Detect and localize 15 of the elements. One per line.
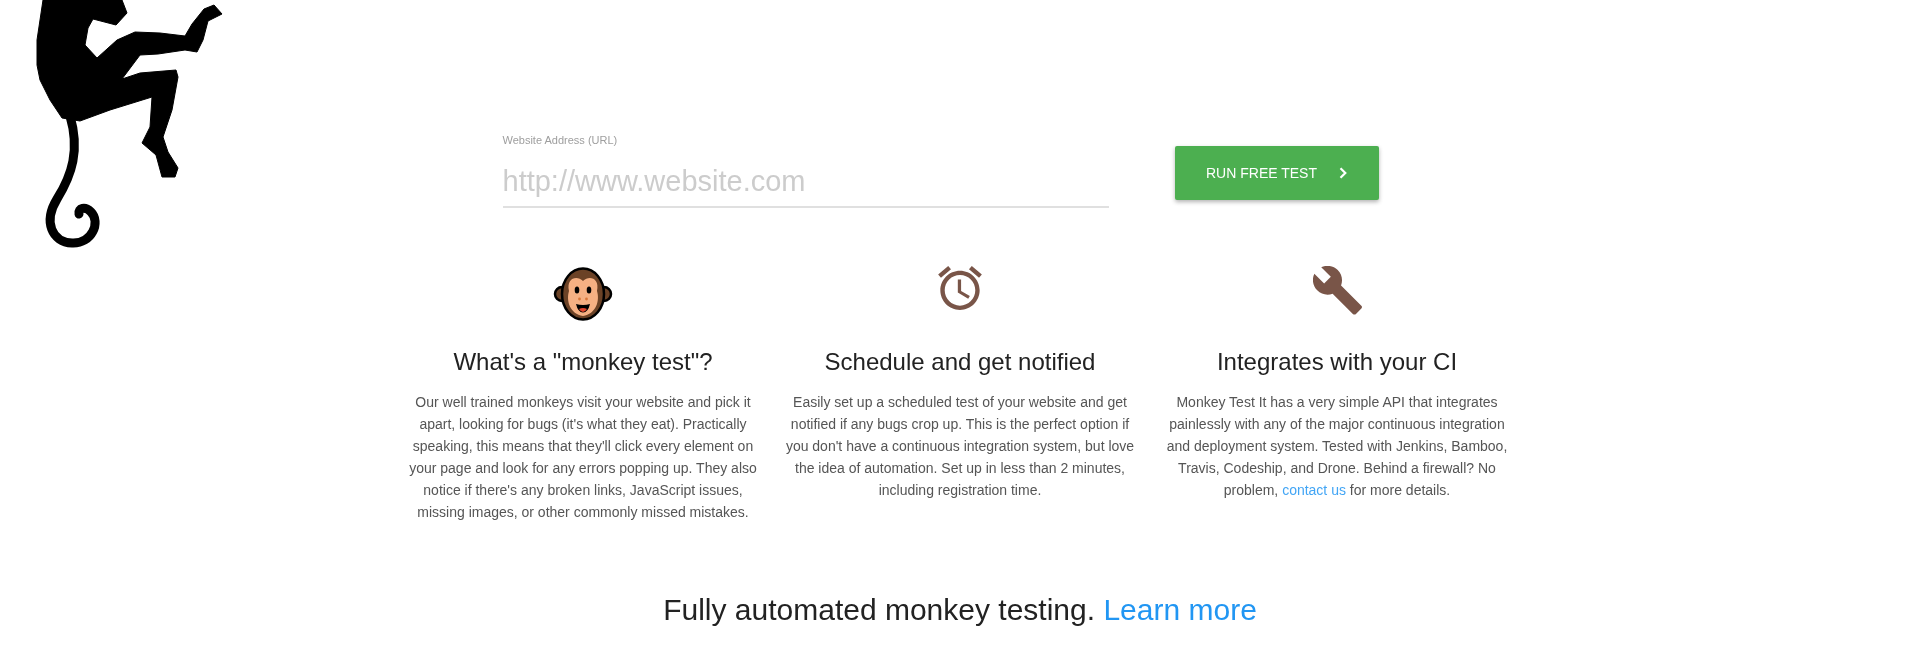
feature-description: Monkey Test It has a very simple API that integrates painlessly with any of the major continuous integration and deployment system. Tested with Jenkins, Bamboo, Travis, Codeship, and Drone. Behind a firewall? No problem, contact us for more details.: [1165, 393, 1509, 500]
feature-title: What's a "monkey test"?: [453, 347, 713, 377]
monkey-face-icon: [553, 266, 613, 322]
run-free-test-button[interactable]: RUN FREE TEST: [1174, 146, 1379, 200]
tagline: Fully automated monkey testing. Learn more: [663, 592, 1257, 628]
feature-description: Our well trained monkeys visit your website and pick it apart, looking for bugs (it's what they eat). Practically speaking, this means that they'll click every element on your page and look for any errors popping up. They also notice if there's any broken links, JavaScript issues, missing images, or other commonly missed mistakes.: [408, 393, 758, 522]
chevron-right-icon: [1339, 167, 1347, 179]
feature-description: Easily set up a scheduled test of your website and get notified if any bugs crop up. This is the perfect option if you don't have a continuous integration system, but love the idea of automation. Set up in less than 2 minutes, including registration time.: [784, 393, 1136, 500]
url-label: Website Address (URL): [502, 133, 619, 148]
contact-link[interactable]: contact us: [1282, 482, 1346, 498]
wrench-icon: [1312, 266, 1362, 316]
learn-more-link[interactable]: Learn more: [1103, 593, 1257, 626]
alarm-clock-icon: [938, 266, 982, 310]
feature-title: Schedule and get notified: [824, 347, 1096, 377]
feature-title: Integrates with your CI: [1216, 347, 1458, 377]
